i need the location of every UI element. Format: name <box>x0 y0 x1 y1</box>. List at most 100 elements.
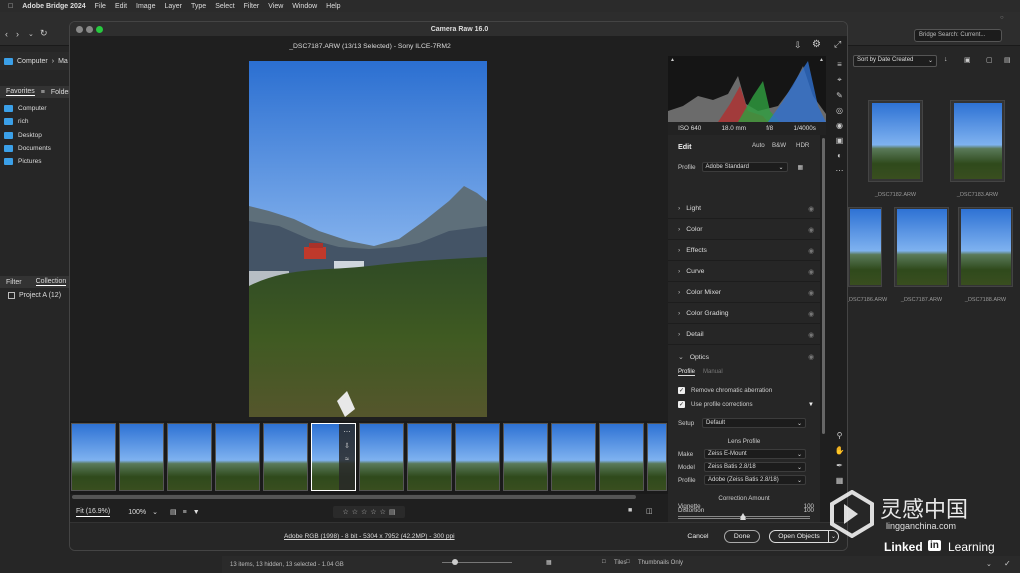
tab-filter[interactable]: Filter <box>6 279 22 286</box>
filmstrip-view-icon[interactable]: ▤ <box>170 508 177 516</box>
use-profile-checkbox[interactable]: ✓ <box>678 401 685 408</box>
section-light[interactable]: › Light ◉ <box>668 199 820 219</box>
make-dropdown[interactable]: Zeiss E-Mount ⌄ <box>704 449 806 459</box>
visibility-icon[interactable]: ◉ <box>808 353 814 361</box>
favorite-rich[interactable]: rich <box>4 115 70 128</box>
single-view-icon[interactable]: ■ <box>628 507 632 514</box>
menu-select[interactable]: Select <box>215 3 234 10</box>
edit-panel-scrollbar[interactable] <box>822 138 825 434</box>
section-color-mixer[interactable]: › Color Mixer ◉ <box>668 283 820 303</box>
tab-collections[interactable]: Collection <box>35 278 67 286</box>
save-image-icon[interactable]: ⇩ <box>344 442 350 450</box>
section-optics[interactable]: ⌄ Optics ◉ <box>668 347 820 367</box>
star-icon[interactable]: ☆ <box>361 508 367 516</box>
star-icon[interactable]: ☆ <box>370 508 376 516</box>
apple-icon[interactable]:  <box>8 3 13 10</box>
workflow-options-link[interactable]: Adobe RGB (1998) - 8 bit - 5304 x 7952 (… <box>284 533 455 540</box>
visibility-icon[interactable]: ◉ <box>808 331 814 339</box>
filmstrip-thumbnail[interactable] <box>119 423 164 491</box>
profile-browser-icon[interactable]: ▦ <box>798 164 804 171</box>
grid-view-icon[interactable]: ▦ <box>546 559 552 566</box>
forward-icon[interactable]: › <box>16 29 19 39</box>
vignette-slider-knob[interactable] <box>740 513 746 518</box>
sort-icon[interactable]: ≡ <box>183 509 187 516</box>
filmstrip-thumbnail[interactable] <box>215 423 260 491</box>
healing-icon[interactable]: ✎ <box>836 91 843 100</box>
favorite-pictures[interactable]: Pictures <box>4 155 70 168</box>
chevron-down-icon[interactable]: ⌄ <box>28 30 34 38</box>
breadcrumb-ma[interactable]: Ma <box>58 58 68 65</box>
bridge-thumbnail[interactable] <box>894 207 949 287</box>
more-icon[interactable]: ⋯ <box>836 166 844 175</box>
recent-icon[interactable]: ↻ <box>40 28 48 39</box>
menu-edit[interactable]: Edit <box>115 3 127 10</box>
edit-sliders-icon[interactable]: ≡ <box>837 60 842 69</box>
menu-image[interactable]: Image <box>136 3 155 10</box>
more-icon[interactable]: ⋯ <box>344 428 351 436</box>
zoom-window-icon[interactable] <box>96 26 103 33</box>
auto-button[interactable]: Auto <box>752 142 765 149</box>
bw-button[interactable]: B&W <box>772 142 786 149</box>
presets-icon[interactable]: ▣ <box>836 136 844 145</box>
filmstrip-thumbnail[interactable] <box>359 423 404 491</box>
star-icon[interactable]: ☆ <box>380 508 386 516</box>
star-icon[interactable]: ☆ <box>342 508 348 516</box>
section-effects[interactable]: › Effects ◉ <box>668 241 820 261</box>
visibility-icon[interactable]: ◉ <box>808 268 814 276</box>
fullscreen-icon[interactable]: ⤢ <box>834 39 841 50</box>
section-color-grading[interactable]: › Color Grading ◉ <box>668 304 820 324</box>
filmstrip-thumbnail[interactable] <box>551 423 596 491</box>
cancel-button[interactable]: Cancel <box>678 530 718 543</box>
menu-help[interactable]: Help <box>326 3 340 10</box>
trash-icon[interactable]: ▤ <box>389 508 396 516</box>
favorite-desktop[interactable]: Desktop <box>4 129 70 142</box>
preview-image[interactable] <box>249 61 487 417</box>
profile-dropdown[interactable]: Adobe Standard ⌄ <box>701 162 788 172</box>
chevron-down-icon[interactable]: ⌄ <box>986 560 992 568</box>
model-dropdown[interactable]: Zeiss Batis 2.8/18 ⌄ <box>704 462 806 472</box>
lens-profile-dropdown[interactable]: Adobe (Zeiss Batis 2.8/18) ⌄ <box>704 475 806 485</box>
filmstrip-thumbnail[interactable] <box>167 423 212 491</box>
check-icon[interactable]: ✓ <box>1004 559 1011 568</box>
filmstrip-thumbnail-selected[interactable]: ⋯ ⇩ ≈ <box>311 423 356 491</box>
filmstrip-thumbnail[interactable] <box>503 423 548 491</box>
vignette-value[interactable]: 100 <box>804 503 814 510</box>
menu-window[interactable]: Window <box>292 3 317 10</box>
open-objects-button[interactable]: Open Objects <box>769 530 829 543</box>
remove-ca-checkbox[interactable]: ✓ <box>678 387 685 394</box>
tab-favorites[interactable]: Favorites <box>6 88 35 96</box>
visibility-icon[interactable]: ◉ <box>808 226 814 234</box>
close-window-icon[interactable] <box>76 26 83 33</box>
visibility-icon[interactable]: ◉ <box>808 289 814 297</box>
filmstrip-thumbnail[interactable] <box>407 423 452 491</box>
section-curve[interactable]: › Curve ◉ <box>668 262 820 282</box>
sort-dropdown[interactable]: Sort by Date Created ⌄ <box>853 55 937 67</box>
menu-app-name[interactable]: Adobe Bridge 2024 <box>22 3 85 10</box>
new-folder-icon[interactable]: ▢ <box>986 56 993 64</box>
fit-zoom-button[interactable]: Fit (16.9%) <box>76 508 111 517</box>
slider-knob[interactable] <box>452 559 458 565</box>
snapshots-icon[interactable]: ◐ <box>837 151 842 160</box>
filmstrip-thumbnail[interactable] <box>599 423 644 491</box>
chevron-down-icon[interactable]: ⌄ <box>152 508 158 516</box>
bridge-thumbnail[interactable] <box>958 207 1013 287</box>
done-button[interactable]: Done <box>724 530 760 543</box>
section-color[interactable]: › Color ◉ <box>668 220 820 240</box>
filmstrip-scrollbar[interactable] <box>72 495 636 499</box>
filter-icon[interactable]: ▼ <box>193 509 200 516</box>
back-icon[interactable]: ‹ <box>5 29 8 39</box>
visibility-icon[interactable]: ◉ <box>808 205 814 213</box>
save-image-icon[interactable]: ⇩ <box>794 40 802 51</box>
menu-filter[interactable]: Filter <box>244 3 260 10</box>
adjust-icon[interactable]: ≈ <box>345 456 349 463</box>
shadow-clipping-icon[interactable]: ▲ <box>670 57 675 63</box>
filmstrip-thumbnail[interactable] <box>263 423 308 491</box>
tab-optics-manual[interactable]: Manual <box>703 369 723 375</box>
menu-layer[interactable]: Layer <box>164 3 182 10</box>
filmstrip-thumbnail[interactable] <box>647 423 667 491</box>
bridge-thumbnail[interactable] <box>848 207 882 287</box>
menu-lines-icon[interactable]: ≡ <box>41 89 45 96</box>
visibility-icon[interactable]: ◉ <box>808 310 814 318</box>
checkbox-icon[interactable]: □ <box>602 559 606 565</box>
minimize-window-icon[interactable] <box>86 26 93 33</box>
